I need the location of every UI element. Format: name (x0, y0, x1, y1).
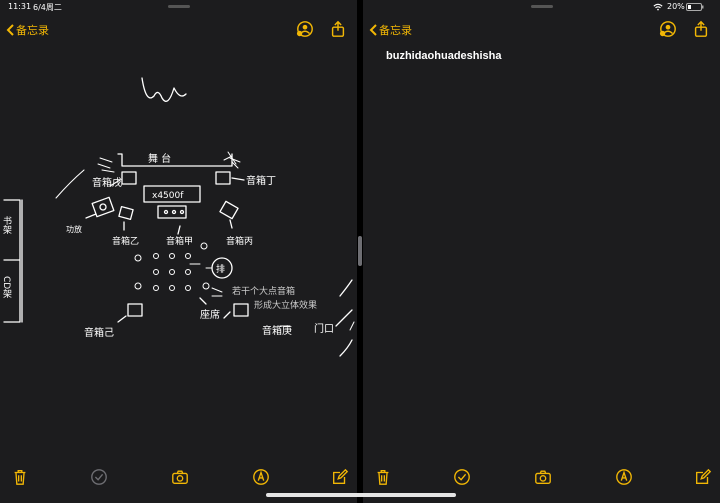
left-notes-pane: 11:31 6/4周二 备忘录 舞 台 音箱戊 音箱丁 x4500f 功放 音箱… (0, 0, 357, 503)
sketch-label-fan: 排 (216, 263, 225, 275)
speaker-d-box (215, 171, 231, 185)
compose-icon[interactable] (331, 468, 349, 486)
scribble (141, 77, 187, 102)
sketch-label-speaker-d: 音箱丁 (246, 174, 276, 187)
sketch-label-note-line2: 形成大立体效果 (254, 299, 317, 311)
battery-icon (686, 3, 704, 11)
split-view-handle[interactable] (358, 236, 362, 266)
back-button-right[interactable]: 备忘录 (369, 22, 412, 38)
chevron-left-icon (369, 24, 377, 36)
sketch-label-door: 门口 (314, 322, 334, 335)
speaker-f-box (121, 171, 137, 185)
status-time: 11:31 (8, 2, 32, 11)
bottom-toolbar-right (363, 468, 720, 488)
sketch-label-rack-cd: CD架 (1, 276, 12, 299)
back-button[interactable]: 备忘录 (6, 22, 49, 38)
sketch-label-speaker-f: 音箱戊 (92, 176, 122, 189)
note-title[interactable]: buzhidaohuadeshisha (386, 50, 502, 62)
battery-percent: 20% (667, 2, 685, 11)
collaborate-icon[interactable] (296, 20, 314, 38)
sketch-label-stage: 舞 台 (148, 152, 171, 165)
camera-icon[interactable] (534, 468, 552, 486)
seat-rows (134, 242, 210, 291)
stage-line (117, 153, 233, 167)
multitask-grabber[interactable] (168, 5, 190, 8)
share-icon[interactable] (329, 20, 347, 38)
markup-pen-icon[interactable] (252, 468, 270, 486)
sketch-label-speaker-b: 音箱乙 (112, 235, 139, 247)
speaker-g-box (127, 303, 143, 317)
back-label: 备忘录 (16, 24, 49, 37)
sketch-label-center-box: x4500f (152, 191, 184, 201)
sketch-label-seat: 座席 (200, 308, 220, 321)
back-label-right: 备忘录 (379, 24, 412, 37)
share-icon-right[interactable] (692, 20, 710, 38)
markup-pen-icon[interactable] (615, 468, 633, 486)
checklist-icon[interactable] (453, 468, 471, 486)
handwritten-sketch: 舞 台 音箱戊 音箱丁 x4500f 功放 音箱乙 音箱甲 音箱丙 排 书架 C… (1, 77, 355, 357)
sketch-label-speaker-e: 音箱庚 (262, 324, 292, 337)
home-indicator[interactable] (266, 493, 456, 497)
wifi-icon (653, 3, 663, 11)
trash-icon[interactable] (374, 468, 392, 486)
camera-icon[interactable] (171, 468, 189, 486)
chevron-left-icon (6, 24, 14, 36)
sketch-label-amp: 功放 (66, 224, 82, 234)
speaker-e-box (233, 303, 249, 317)
checklist-icon[interactable] (90, 468, 108, 486)
collaborate-icon-right[interactable] (659, 20, 677, 38)
door-curves (335, 279, 353, 357)
trash-icon[interactable] (11, 468, 29, 486)
multitask-grabber-right[interactable] (531, 5, 553, 8)
status-date: 6/4周二 (33, 3, 62, 12)
right-notes-pane: 20% 备忘录 buzhidaohuadeshisha (363, 0, 720, 503)
bottom-toolbar-left (0, 468, 357, 488)
sketch-label-speaker-g: 音箱己 (84, 326, 114, 339)
speaker-c-box (219, 200, 239, 220)
sketch-label-speaker-c: 音箱丙 (226, 235, 253, 247)
sketch-label-rack-books: 书架 (1, 216, 12, 235)
sketch-label-note-line1: 若干个大点音箱 (232, 285, 295, 297)
sketch-label-speaker-a: 音箱甲 (166, 235, 193, 247)
speaker-b-box (118, 205, 134, 221)
compose-icon[interactable] (694, 468, 712, 486)
